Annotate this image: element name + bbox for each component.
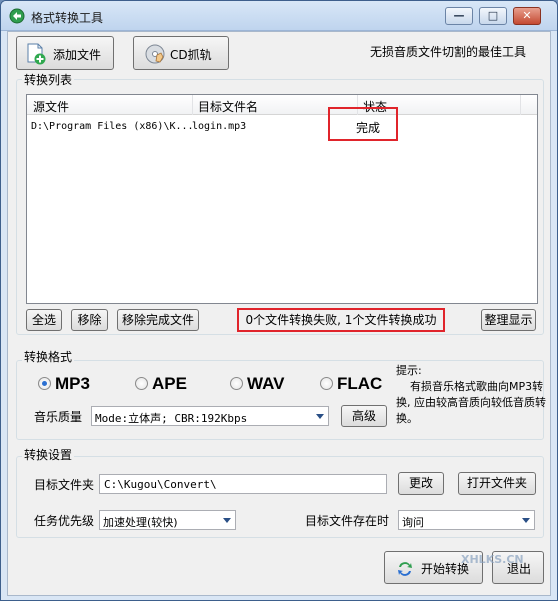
priority-value: 加速处理(较快) xyxy=(103,516,178,529)
format-label-mp3: MP3 xyxy=(55,374,90,393)
format-hint: 提示: 有损音乐格式歌曲向MP3转换, 应由较高音质向较低音质转换。 xyxy=(396,364,546,425)
maximize-icon: □ xyxy=(487,9,499,22)
cd-rip-label: CD抓轨 xyxy=(170,48,212,62)
format-group-title: 转换格式 xyxy=(22,348,75,365)
conversion-list-title: 转换列表 xyxy=(22,71,75,88)
quality-label: 音乐质量 xyxy=(34,410,83,424)
open-folder-button[interactable]: 打开文件夹 xyxy=(458,472,536,495)
close-icon: ✕ xyxy=(522,9,532,22)
status-highlight-box xyxy=(328,107,398,141)
file-exists-select[interactable]: 询问 xyxy=(398,510,535,530)
column-separator[interactable] xyxy=(192,95,193,115)
file-exists-label: 目标文件存在时 xyxy=(305,514,390,528)
maximize-button[interactable]: □ xyxy=(479,7,507,25)
conversion-list[interactable]: 源文件 目标文件名 状态 D:\Program Files (x86)\K...… xyxy=(26,94,538,304)
quality-select[interactable]: Mode:立体声; CBR:192Kbps xyxy=(91,406,329,426)
priority-select[interactable]: 加速处理(较快) xyxy=(99,510,236,530)
cd-rip-button[interactable]: CD抓轨 xyxy=(133,36,229,70)
format-label-ape: APE xyxy=(152,374,187,393)
client-area: 添加文件 CD抓轨 无损音质文件切割的最佳工具 转换列表 源文件 目标文件名 状… xyxy=(7,31,551,596)
add-file-label: 添加文件 xyxy=(53,48,102,62)
remove-done-button[interactable]: 移除完成文件 xyxy=(117,309,199,331)
window-title: 格式转换工具 xyxy=(31,11,104,25)
add-file-button[interactable]: 添加文件 xyxy=(16,36,114,70)
convert-icon xyxy=(398,562,412,576)
cd-icon xyxy=(145,44,165,64)
app-icon xyxy=(9,8,25,24)
column-source[interactable]: 源文件 xyxy=(33,98,69,115)
radio-icon xyxy=(230,377,243,390)
chevron-down-icon xyxy=(522,518,530,523)
arrange-button[interactable]: 整理显示 xyxy=(481,309,536,331)
add-file-icon xyxy=(27,43,46,65)
format-label-flac: FLAC xyxy=(337,374,383,393)
advanced-button[interactable]: 高级 xyxy=(341,405,387,427)
row-source: D:\Program Files (x86)\K... xyxy=(31,121,194,132)
minimize-icon: — xyxy=(453,9,465,22)
list-header: 源文件 目标文件名 状态 xyxy=(27,95,537,115)
conversion-status-message: 0个文件转换失败, 1个文件转换成功 xyxy=(237,308,445,332)
target-folder-value: C:\Kugou\Convert\ xyxy=(104,478,217,491)
row-target: login.mp3 xyxy=(192,121,247,132)
minimize-button[interactable]: — xyxy=(445,7,473,25)
settings-group-title: 转换设置 xyxy=(22,446,75,463)
target-folder-label: 目标文件夹 xyxy=(34,478,95,492)
radio-icon xyxy=(135,377,148,390)
tagline: 无损音质文件切割的最佳工具 xyxy=(370,45,527,59)
change-folder-button[interactable]: 更改 xyxy=(398,472,444,495)
title-bar[interactable]: 格式转换工具 — □ ✕ xyxy=(1,1,557,31)
select-all-button[interactable]: 全选 xyxy=(26,309,62,331)
radio-icon xyxy=(320,377,333,390)
format-label-wav: WAV xyxy=(247,374,285,393)
chevron-down-icon xyxy=(223,518,231,523)
priority-label: 任务优先级 xyxy=(34,514,95,528)
remove-button[interactable]: 移除 xyxy=(71,309,108,331)
radio-selected-icon xyxy=(38,377,51,390)
column-target[interactable]: 目标文件名 xyxy=(198,98,258,115)
chevron-down-icon xyxy=(316,414,324,419)
format-converter-window: 格式转换工具 — □ ✕ 添加文件 CD抓轨 无损音质文件切割的最佳工具 转换列… xyxy=(0,0,558,601)
list-item[interactable]: D:\Program Files (x86)\K... login.mp3 完成 xyxy=(27,117,537,137)
close-button[interactable]: ✕ xyxy=(513,7,541,25)
target-folder-input[interactable]: C:\Kugou\Convert\ xyxy=(99,474,387,494)
file-exists-value: 询问 xyxy=(402,516,424,529)
column-separator[interactable] xyxy=(520,95,521,115)
watermark-text: XHLKS.CN xyxy=(461,553,524,566)
quality-value: Mode:立体声; CBR:192Kbps xyxy=(95,412,248,425)
